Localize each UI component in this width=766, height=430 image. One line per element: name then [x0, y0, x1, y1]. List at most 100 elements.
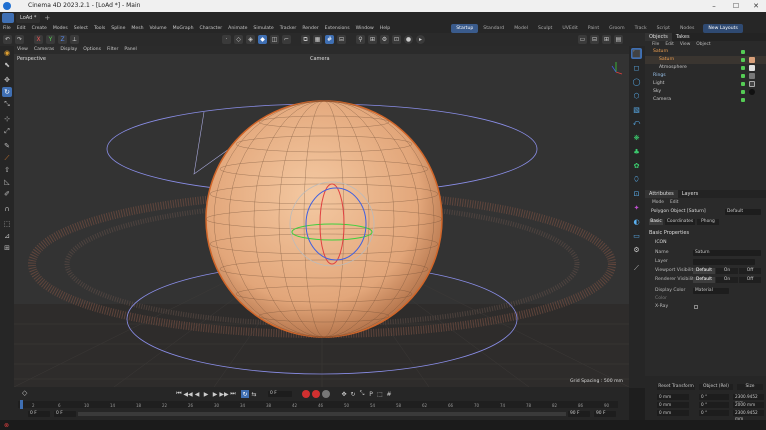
axis-y-icon[interactable]: Y	[46, 35, 55, 44]
extrude-generator-icon[interactable]: ⬡	[631, 90, 642, 101]
scene-icon[interactable]: ⚙	[631, 244, 642, 255]
document-tab[interactable]: LoAd *	[16, 13, 41, 23]
knife-icon[interactable]: ⟋	[2, 153, 12, 163]
undo-icon[interactable]: ↶	[3, 35, 12, 44]
render-vis-default[interactable]: Default	[693, 277, 715, 283]
menu-simulate[interactable]: Simulate	[250, 24, 276, 33]
menu-create[interactable]: Create	[29, 24, 50, 33]
xray-checkbox[interactable]	[694, 305, 698, 309]
tab-attributes[interactable]: Attributes	[645, 190, 678, 198]
position-z-field[interactable]: 0 mm	[657, 410, 689, 416]
key-rotation-icon[interactable]: ↻	[349, 390, 357, 398]
coordinate-mode-dropdown[interactable]: Object (Rel)	[699, 384, 733, 390]
playhead[interactable]	[20, 400, 23, 409]
layout-track[interactable]: Track	[630, 24, 652, 33]
render-vis-off[interactable]: Off	[739, 277, 761, 283]
layer-field[interactable]	[693, 259, 755, 265]
saturn-sphere[interactable]	[205, 100, 443, 338]
viewport-menu-view[interactable]: View	[14, 46, 31, 54]
subtab-phong[interactable]: Phong	[697, 219, 719, 225]
viewport-layout-icon[interactable]: ▭	[578, 35, 587, 44]
layout-model[interactable]: Model	[509, 24, 533, 33]
play-icon[interactable]: ▶	[202, 390, 210, 398]
mograph-icon[interactable]: ♣	[631, 146, 642, 157]
record-keys-icon[interactable]	[302, 390, 310, 398]
model-mode-icon[interactable]: ◆	[258, 35, 267, 44]
attributes-menu-edit[interactable]: Edit	[667, 199, 682, 206]
loop-icon[interactable]: ↻	[241, 390, 249, 398]
keyframe-diamond-icon[interactable]: ◇	[22, 389, 27, 397]
viewport-menu-panel[interactable]: Panel	[121, 46, 139, 54]
field-icon[interactable]: ❋	[631, 132, 642, 143]
size-y-field[interactable]: 2000 mm	[733, 402, 764, 408]
layout-standard[interactable]: Standard	[478, 24, 509, 33]
rotation-h-field[interactable]: 0 °	[699, 394, 729, 400]
transform-icon[interactable]: ⊹	[2, 114, 12, 124]
axis-z-icon[interactable]: Z	[58, 35, 67, 44]
name-field[interactable]: Saturn	[693, 250, 761, 256]
close-button[interactable]: ✕	[746, 0, 766, 12]
material-tag-icon[interactable]	[749, 57, 755, 63]
annotation-icon[interactable]: ⊞	[2, 243, 12, 253]
rotation-b-field[interactable]: 0 °	[699, 410, 729, 416]
end-frame-field[interactable]: 90 F	[594, 411, 616, 417]
next-frame-icon[interactable]: ▶	[211, 390, 219, 398]
prev-frame-icon[interactable]: ◀	[193, 390, 201, 398]
material-tag-icon[interactable]	[749, 73, 755, 79]
menu-file[interactable]: File	[0, 24, 14, 33]
paint-icon[interactable]: ✐	[2, 189, 12, 199]
loop-select-icon[interactable]: ⤢	[2, 126, 12, 136]
material-tag-icon[interactable]	[749, 65, 755, 71]
visibility-icon[interactable]	[741, 90, 745, 94]
display-color-dropdown[interactable]: Material	[693, 288, 729, 294]
menu-select[interactable]: Select	[71, 24, 91, 33]
viewport-menu-cameras[interactable]: Cameras	[31, 46, 57, 54]
maximize-button[interactable]: ☐	[726, 0, 746, 12]
3d-viewport[interactable]: Perspective Camera Grid Spacing : 500 mm	[14, 54, 629, 387]
playback-icon[interactable]: ▸	[416, 35, 425, 44]
points-mode-icon[interactable]: ·	[222, 35, 231, 44]
viewport-vis-off[interactable]: Off	[739, 268, 761, 274]
cloner-icon[interactable]: ▧	[631, 104, 642, 115]
live-selection-icon[interactable]: ◉	[2, 48, 12, 58]
object-row-sky[interactable]: Sky	[645, 88, 766, 96]
menu-extensions[interactable]: Extensions	[322, 24, 353, 33]
viewport-menu-options[interactable]: Options	[80, 46, 104, 54]
move-icon[interactable]: ✥	[2, 75, 12, 85]
camera-object-icon[interactable]: ⊡	[631, 188, 642, 199]
subtab-coordinates[interactable]: Coordinates	[665, 219, 695, 225]
tag-icon[interactable]: ⬯	[631, 174, 642, 185]
measure-icon[interactable]: ⊿	[2, 231, 12, 241]
subtab-basic[interactable]: Basic	[649, 219, 663, 225]
preview-start-field[interactable]: 0 F	[54, 411, 76, 417]
playback-rate-icon[interactable]: ⇆	[250, 390, 258, 398]
render-settings-icon[interactable]: ⚙	[380, 35, 389, 44]
object-row-rings[interactable]: Rings	[645, 72, 766, 80]
layout-nodes[interactable]: Nodes	[675, 24, 699, 33]
render-vis-on[interactable]: On	[716, 277, 738, 283]
viewport-hud-icon[interactable]: ▤	[614, 35, 623, 44]
edges-mode-icon[interactable]: ◇	[234, 35, 243, 44]
spline-pen-icon[interactable]: ◻	[631, 62, 642, 73]
menu-animate[interactable]: Animate	[225, 24, 250, 33]
environment-icon[interactable]: ◐	[631, 216, 642, 227]
selection-icon[interactable]: ⬉	[2, 60, 12, 70]
brush-icon[interactable]: ✎	[2, 141, 12, 151]
viewport-vis-on[interactable]: On	[716, 268, 738, 274]
error-icon[interactable]: ⊗	[4, 422, 9, 429]
preset-dropdown[interactable]: Default	[725, 209, 761, 215]
object-row-camera[interactable]: Camera	[645, 96, 766, 104]
cube-icon[interactable]: ⬛	[631, 48, 642, 59]
go-to-start-icon[interactable]: ⏮	[175, 390, 183, 398]
magnet-icon[interactable]: ∩	[2, 204, 12, 214]
next-key-icon[interactable]: ▶▶	[219, 390, 228, 398]
axis-mode-icon[interactable]: ⌐	[282, 35, 291, 44]
preview-range-slider[interactable]	[78, 412, 566, 416]
viewport-quad-icon[interactable]: ⊞	[602, 35, 611, 44]
key-param-icon[interactable]: P	[367, 390, 375, 398]
camera-label[interactable]: Camera	[310, 56, 330, 62]
menu-help[interactable]: Help	[377, 24, 393, 33]
axis-x-icon[interactable]: X	[34, 35, 43, 44]
object-row-saturn[interactable]: Saturn	[645, 56, 766, 64]
snap-icon[interactable]: ⧉	[301, 35, 310, 44]
